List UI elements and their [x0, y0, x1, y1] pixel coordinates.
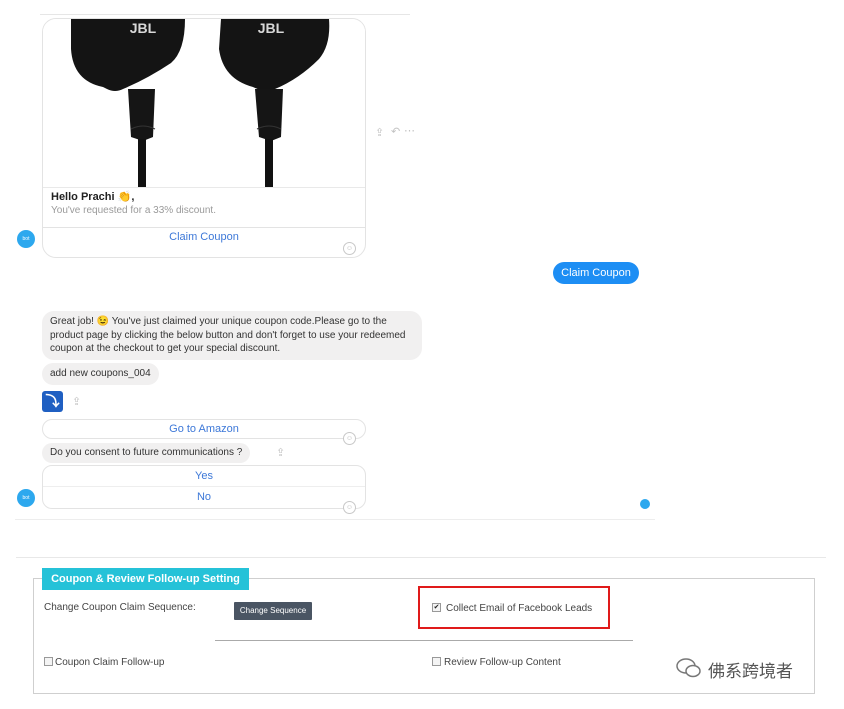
yes-button[interactable]: Yes — [43, 466, 365, 486]
reply-icon[interactable]: ↶ — [391, 125, 400, 138]
review-followup-checkbox[interactable] — [432, 657, 441, 666]
chat-bottom-divider — [15, 519, 655, 520]
card-divider — [43, 187, 365, 188]
svg-text:JBL: JBL — [130, 20, 157, 36]
settings-divider — [215, 640, 633, 641]
bot-message-bubble: Great job! 😉 You've just claimed your un… — [42, 311, 422, 360]
go-to-amazon-button[interactable]: Go to Amazon — [42, 419, 366, 439]
change-sequence-button[interactable]: Change Sequence — [234, 602, 312, 620]
share-icon[interactable]: ⇪ — [72, 395, 81, 408]
collect-email-checkbox[interactable]: ✔ — [432, 603, 441, 612]
share-icon[interactable]: ⇪ — [276, 446, 285, 459]
reaction-icon[interactable]: ☺ — [343, 242, 356, 255]
tab-coupon-review-setting[interactable]: Coupon & Review Follow-up Setting — [42, 568, 249, 590]
claim-coupon-button[interactable]: Claim Coupon — [43, 231, 365, 243]
svg-text:JBL: JBL — [258, 20, 285, 36]
coupon-followup-label: Coupon Claim Follow-up — [55, 657, 165, 668]
product-card: JBL JBL Hello Prachi 👏, You've requested… — [42, 18, 366, 258]
review-followup-label: Review Follow-up Content — [444, 657, 561, 668]
no-button[interactable]: No — [43, 487, 365, 507]
reaction-icon[interactable]: ☺ — [343, 501, 356, 514]
product-image[interactable]: JBL JBL — [43, 19, 365, 187]
coupon-code-bubble: add new coupons_004 — [42, 363, 159, 385]
consent-question-bubble: Do you consent to future communications … — [42, 443, 251, 463]
quick-reply-group: Yes No — [42, 465, 366, 509]
bot-avatar: bot — [17, 489, 35, 507]
card-subtitle: You've requested for a 33% discount. — [51, 205, 216, 216]
more-icon[interactable]: ⋯ — [404, 124, 415, 137]
collect-email-label: Collect Email of Facebook Leads — [446, 603, 593, 614]
bot-avatar: bot — [17, 230, 35, 248]
read-receipt-avatar — [640, 499, 650, 509]
user-message-bubble: Claim Coupon — [553, 262, 639, 284]
wechat-icon — [676, 657, 702, 679]
coupon-followup-checkbox[interactable] — [44, 657, 53, 666]
reaction-icon[interactable]: ☺ — [343, 432, 356, 445]
card-greeting: Hello Prachi 👏, — [51, 191, 135, 203]
top-divider — [40, 14, 410, 15]
arrow-icon[interactable]: ⤵ — [42, 391, 63, 412]
card-button-divider — [43, 227, 365, 228]
share-icon[interactable]: ⇪ — [375, 126, 384, 139]
panel-top-line — [16, 557, 826, 558]
change-sequence-label: Change Coupon Claim Sequence: — [44, 602, 196, 613]
watermark-text: 佛系跨境者 — [708, 662, 793, 682]
